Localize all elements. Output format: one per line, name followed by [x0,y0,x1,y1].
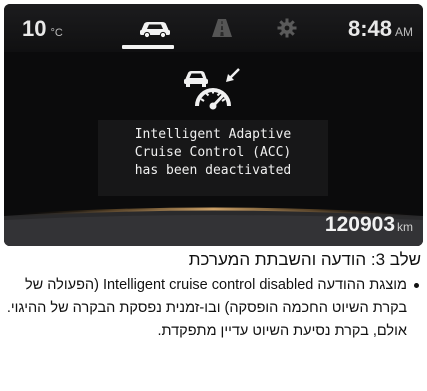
bullet-prefix: מוצגת ההודעה [317,277,407,293]
road-lanes-icon[interactable] [211,18,233,38]
clock: 8:48 AM [348,16,413,42]
odometer: 120903 km [325,213,413,237]
gear-icon[interactable] [277,18,297,38]
adaptive-cruise-control-icon [184,68,240,110]
odometer-value: 120903 [324,213,395,236]
clock-period: AM [395,25,413,39]
clock-time: 8:48 [347,16,392,41]
bullet-english-message: Intelligent cruise control disabled [102,277,314,293]
step-title: שלב 3: הודעה והשבתת המערכת [188,250,421,269]
odometer-unit: km [397,220,413,234]
message-line-1: Intelligent Adaptive [134,127,292,142]
status-bar: 10 °C 8:48 AM [4,4,423,52]
message-line-2: Cruise Control (ACC) [134,145,292,160]
caption: שלב 3: הודעה והשבתת המערכת מוצגת ההודעה … [6,250,421,343]
outside-temperature: 10 °C [22,16,63,42]
message-line-3: has been deactivated [134,163,292,178]
dashboard-display: 10 °C 8:48 AM Intelligent Adaptive Cruis… [4,4,423,246]
page: 10 °C 8:48 AM Intelligent Adaptive Cruis… [0,0,427,391]
temperature-value: 10 [22,16,47,41]
warning-message: Intelligent Adaptive Cruise Control (ACC… [98,120,328,196]
bullet-dot [414,283,419,288]
temperature-unit: °C [50,27,63,39]
bullet-paragraph: מוצגת ההודעה Intelligent cruise control … [6,274,421,343]
active-tab-indicator [122,45,174,49]
car-icon[interactable] [138,18,172,38]
